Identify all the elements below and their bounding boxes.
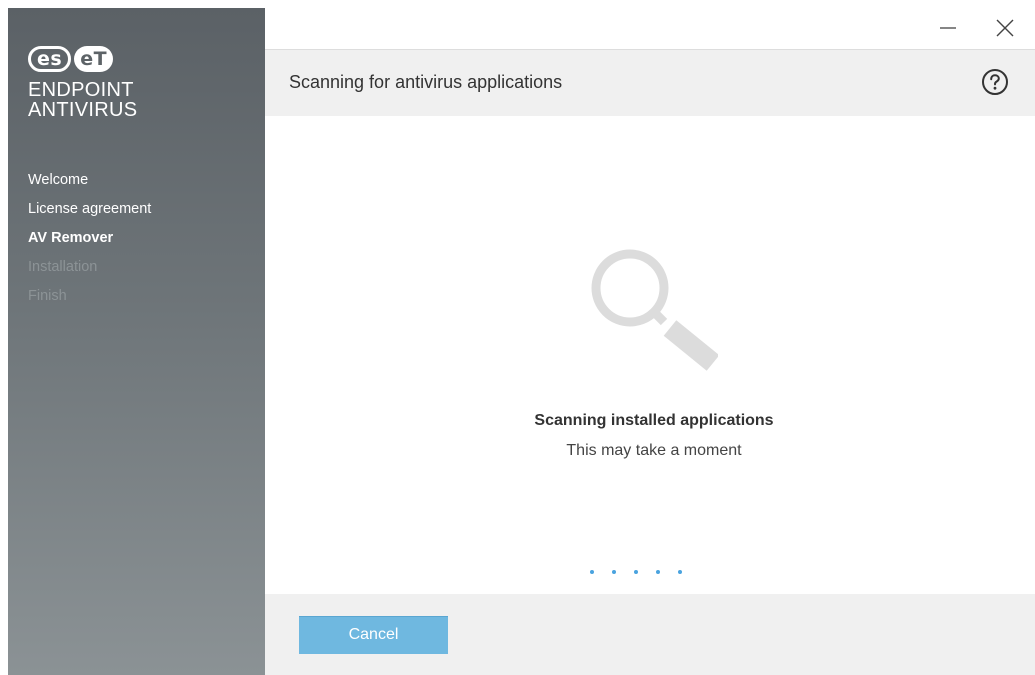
sidebar: es eT ENDPOINT ANTIVIRUS Welcome License… — [8, 8, 265, 675]
main-content: Scanning installed applications This may… — [265, 116, 1035, 594]
close-icon — [996, 19, 1014, 37]
progress-dot — [612, 570, 616, 574]
logo-text-left: es — [28, 46, 72, 72]
minimize-icon — [940, 27, 956, 29]
step-license-agreement: License agreement — [28, 201, 152, 217]
logo-badge: es eT — [28, 46, 137, 72]
step-welcome: Welcome — [28, 172, 89, 188]
footer-bar: Cancel — [265, 594, 1035, 675]
setup-steps: Welcome License agreement AV Remover Ins… — [28, 166, 151, 311]
minimize-button[interactable] — [932, 12, 964, 44]
help-button[interactable] — [981, 68, 1009, 96]
progress-indicator — [586, 570, 686, 576]
cancel-button[interactable]: Cancel — [299, 616, 448, 654]
product-name-line2: ANTIVIRUS — [28, 99, 138, 121]
progress-dot — [590, 570, 594, 574]
scan-status-subtitle: This may take a moment — [566, 442, 742, 459]
close-button[interactable] — [989, 12, 1021, 44]
step-av-remover: AV Remover — [28, 230, 114, 246]
help-icon — [982, 69, 1008, 95]
progress-dot — [656, 570, 660, 574]
eset-logo: es eT ENDPOINT ANTIVIRUS — [28, 46, 137, 120]
product-name-line1: ENDPOINT — [28, 79, 134, 101]
progress-dot — [634, 570, 638, 574]
step-finish: Finish — [28, 288, 67, 304]
progress-dot — [678, 570, 682, 574]
logo-text-right: eT — [74, 46, 114, 72]
scan-status-title: Scanning installed applications — [534, 412, 774, 429]
product-name: ENDPOINT ANTIVIRUS — [28, 80, 137, 120]
magnifier-icon — [588, 246, 720, 380]
page-title: Scanning for antivirus applications — [289, 72, 563, 92]
page-header: Scanning for antivirus applications — [265, 49, 1035, 116]
step-installation: Installation — [28, 259, 98, 275]
